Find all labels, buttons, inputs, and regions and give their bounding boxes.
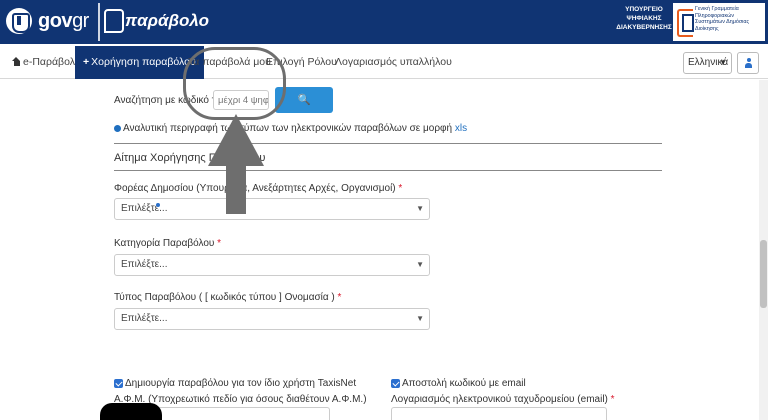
agency-select[interactable]: Επιλέξτε... ▼: [114, 198, 430, 220]
chevron-down-icon: ▼: [719, 58, 727, 67]
email-input[interactable]: [391, 407, 607, 420]
gsis-name: Γενική Γραμματεία Πληροφοριακών Συστημάτ…: [695, 6, 750, 32]
ministry-logo: ΥΠΟΥΡΓΕΙΟ ΨΗΦΙΑΚΗΣ ΔΙΑΚΥΒΕΡΝΗΣΗΣ Γενική …: [614, 2, 766, 42]
scrollbar-thumb[interactable]: [760, 240, 767, 308]
gsis-logo-icon: [673, 3, 695, 41]
chevron-down-icon: ▼: [416, 260, 424, 269]
ministry-name: ΥΠΟΥΡΓΕΙΟ ΨΗΦΙΑΚΗΣ ΔΙΑΚΥΒΕΡΝΗΣΗΣ: [615, 3, 673, 41]
nav-item-employee-account[interactable]: Λογαριασμός υπαλλήλου: [335, 46, 452, 79]
plus-icon: +: [83, 56, 90, 68]
info-icon: [114, 125, 121, 132]
email-code-label: Αποστολή κωδικού με email: [402, 378, 526, 389]
header-divider: [98, 3, 100, 41]
govgr-wordmark: govgr: [38, 9, 89, 32]
section-divider-bottom: [114, 170, 662, 171]
type-label: Τύπος Παραβόλου ( [ κωδικός τύπου ] Ονομ…: [114, 292, 342, 303]
section-divider-top: [114, 143, 662, 144]
category-label: Κατηγορία Παραβόλου *: [114, 238, 222, 249]
search-icon: 🔍: [297, 94, 311, 106]
xls-link[interactable]: xls: [455, 123, 467, 134]
greek-emblem-icon: [6, 8, 32, 34]
same-user-label: Δημιουργία παραβόλου για τον ίδιο χρήστη…: [125, 378, 357, 389]
same-user-checkbox[interactable]: [114, 379, 123, 388]
email-label: Λογαριασμός ηλεκτρονικού ταχυδρομείου (e…: [391, 394, 615, 405]
redaction-blob: [100, 403, 162, 420]
user-icon: [745, 58, 752, 70]
home-icon: [12, 57, 21, 66]
category-select[interactable]: Επιλέξτε... ▼: [114, 254, 430, 276]
email-code-checkbox[interactable]: [391, 379, 400, 388]
paravolo-logo[interactable]: παράβολο: [104, 6, 209, 36]
user-menu-button[interactable]: [737, 52, 759, 74]
paravolo-logo-icon: [104, 9, 124, 33]
chevron-down-icon: ▼: [416, 314, 424, 323]
top-header: govgr παράβολο ΥΠΟΥΡΓΕΙΟ ΨΗΦΙΑΚΗΣ ΔΙΑΚΥΒ…: [0, 0, 768, 44]
chevron-down-icon: ▼: [416, 204, 424, 213]
cursor-dot: [156, 203, 160, 207]
info-text: Αναλυτική περιγραφή των τύπων των ηλεκτρ…: [123, 123, 468, 134]
nav-item-home[interactable]: e-Παράβολο: [12, 46, 81, 79]
type-select[interactable]: Επιλέξτε... ▼: [114, 308, 430, 330]
paravolo-wordmark: παράβολο: [125, 11, 210, 30]
main-nav: e-Παράβολο + Χορήγηση παραβόλου Τα παράβο…: [0, 46, 768, 79]
language-select[interactable]: Ελληνικά ▼: [683, 52, 732, 74]
govgr-logo[interactable]: govgr: [6, 6, 89, 36]
annotation-highlight-ellipse: [183, 47, 286, 120]
annotation-arrow-icon: [208, 114, 264, 214]
